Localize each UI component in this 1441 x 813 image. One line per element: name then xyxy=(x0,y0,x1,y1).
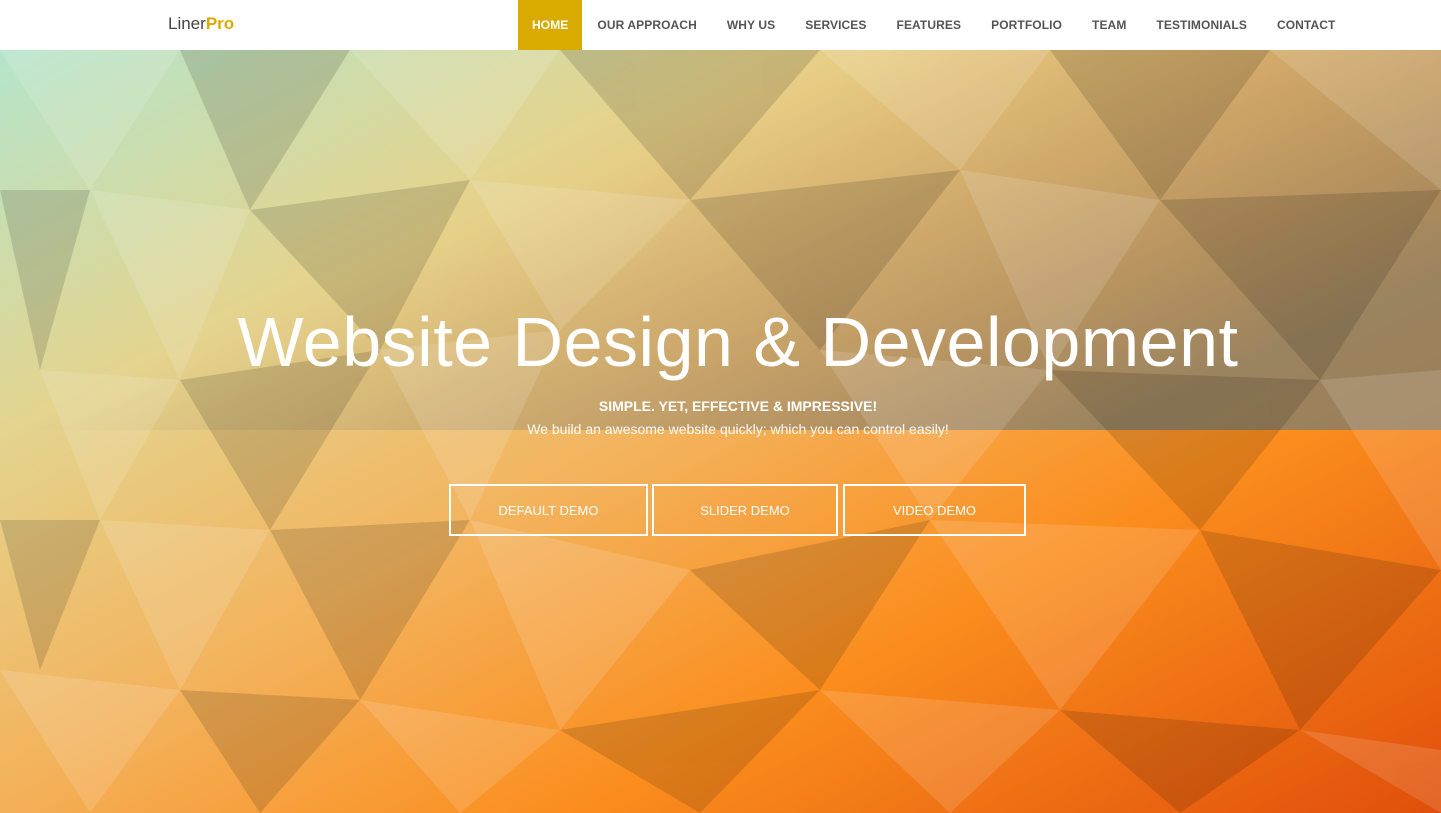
site-logo[interactable]: LinerPro xyxy=(168,13,234,35)
nav-item-why-us[interactable]: WHY US xyxy=(712,0,790,50)
main-nav: HOME OUR APPROACH WHY US SERVICES FEATUR… xyxy=(518,0,1350,50)
nav-item-our-approach[interactable]: OUR APPROACH xyxy=(582,0,711,50)
slider-demo-button[interactable]: SLIDER DEMO xyxy=(652,484,838,536)
nav-item-home[interactable]: HOME xyxy=(518,0,583,50)
nav-item-contact[interactable]: CONTACT xyxy=(1262,0,1350,50)
hero-subtitle: We build an awesome website quickly; whi… xyxy=(527,421,949,437)
video-demo-button[interactable]: VIDEO DEMO xyxy=(843,484,1026,536)
hero-title: Website Design & Development xyxy=(237,303,1239,381)
default-demo-button[interactable]: DEFAULT DEMO xyxy=(449,484,648,536)
nav-item-portfolio[interactable]: PORTFOLIO xyxy=(976,0,1077,50)
logo-accent-text: Pro xyxy=(205,14,235,33)
nav-item-team[interactable]: TEAM xyxy=(1077,0,1141,50)
nav-item-testimonials[interactable]: TESTIMONIALS xyxy=(1141,0,1262,50)
navbar: LinerPro HOME OUR APPROACH WHY US SERVIC… xyxy=(0,0,1441,50)
logo-text: Liner xyxy=(168,14,206,33)
nav-item-services[interactable]: SERVICES xyxy=(790,0,881,50)
hero-tagline: SIMPLE. YET, EFFECTIVE & IMPRESSIVE! xyxy=(598,398,878,414)
nav-item-features[interactable]: FEATURES xyxy=(882,0,977,50)
hero-content: Website Design & Development SIMPLE. YET… xyxy=(0,50,1441,813)
hero-section: Website Design & Development SIMPLE. YET… xyxy=(0,50,1441,813)
